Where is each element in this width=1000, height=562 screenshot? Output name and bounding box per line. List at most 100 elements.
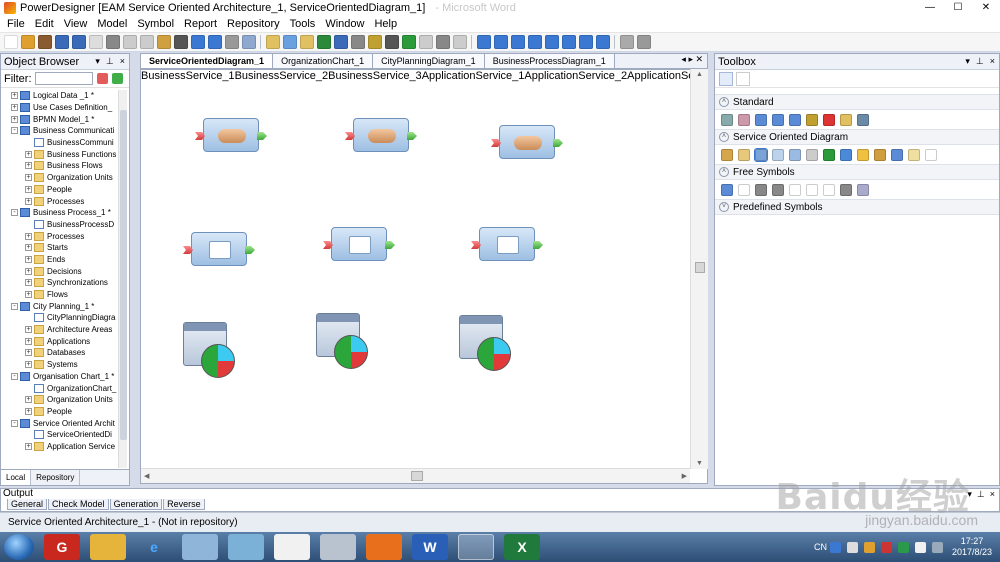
- toolbox-tool-icon[interactable]: [738, 113, 750, 126]
- tray-icon-b[interactable]: [863, 541, 875, 553]
- menu-item-report[interactable]: Report: [179, 18, 222, 30]
- application-service-shape[interactable]: [323, 227, 395, 261]
- dropdown-icon[interactable]: ▾: [95, 56, 100, 67]
- toolbar-button-icon[interactable]: [122, 35, 137, 49]
- tree-node[interactable]: + Processes: [1, 195, 119, 207]
- toolbar-button-icon[interactable]: [173, 35, 188, 49]
- menu-item-model[interactable]: Model: [92, 18, 132, 30]
- toolbar-button-icon[interactable]: [350, 35, 365, 49]
- tab-repository[interactable]: Repository: [31, 470, 81, 485]
- toolbox-tool-icon[interactable]: [721, 148, 733, 161]
- tree-node[interactable]: + Architecture Areas: [1, 324, 119, 336]
- tree-node[interactable]: OrganizationChart_: [1, 382, 119, 394]
- tree-scrollbar[interactable]: [118, 90, 127, 468]
- toolbar-button-icon[interactable]: [207, 35, 222, 49]
- collapse-icon[interactable]: -: [11, 372, 18, 380]
- tree-node[interactable]: + Organization Units: [1, 394, 119, 406]
- toolbar-button-icon[interactable]: [139, 35, 154, 49]
- toolbox-tool-icon[interactable]: [789, 148, 801, 161]
- taskbar-powerdesigner-icon[interactable]: [458, 534, 494, 560]
- toolbar-button-icon[interactable]: [476, 35, 491, 49]
- toolbar-button-icon[interactable]: [105, 35, 120, 49]
- toolbox-tool-icon[interactable]: [806, 113, 818, 126]
- tree-node[interactable]: + Databases: [1, 347, 119, 359]
- toolbar-button-icon[interactable]: [418, 35, 433, 49]
- toolbar-button-icon[interactable]: [265, 35, 280, 49]
- taskbar-excel-icon[interactable]: X: [504, 534, 540, 560]
- toolbox-tool-icon[interactable]: [721, 113, 733, 126]
- tree-node[interactable]: + BPMN Model_1 *: [1, 113, 119, 125]
- taskbar-app-1[interactable]: G: [44, 534, 80, 560]
- expand-icon[interactable]: +: [11, 104, 18, 112]
- toolbox-tool-icon[interactable]: [806, 183, 818, 196]
- collapse-icon[interactable]: -: [11, 302, 18, 310]
- tree-node[interactable]: + Processes: [1, 230, 119, 242]
- tree-node[interactable]: + Organization Units: [1, 172, 119, 184]
- toolbar-button-icon[interactable]: [54, 35, 69, 49]
- toolbox-tool-icon[interactable]: [908, 148, 920, 161]
- section-standard[interactable]: ˄ Standard: [715, 94, 999, 110]
- collapse-icon[interactable]: -: [11, 419, 18, 427]
- tray-icon-d[interactable]: [897, 541, 909, 553]
- toolbox-tool-icon[interactable]: [754, 147, 768, 162]
- tab-service-oriented-diagram[interactable]: ServiceOrientedDiagram_1: [141, 54, 274, 68]
- tree-node[interactable]: + Flows: [1, 289, 119, 301]
- toolbar-button-icon[interactable]: [544, 35, 559, 49]
- expand-icon[interactable]: +: [25, 349, 32, 357]
- taskbar-app-6[interactable]: [274, 534, 310, 560]
- expand-icon[interactable]: +: [25, 396, 32, 404]
- toolbox-tool-icon[interactable]: [891, 148, 903, 161]
- toolbar-button-icon[interactable]: [282, 35, 297, 49]
- output-tab-general[interactable]: General: [7, 499, 48, 510]
- network-icon[interactable]: [931, 541, 943, 553]
- vertical-scroll-thumb[interactable]: [695, 262, 705, 273]
- toolbar-button-icon[interactable]: [493, 35, 508, 49]
- toolbar-button-icon[interactable]: [156, 35, 171, 49]
- toolbar-button-icon[interactable]: [510, 35, 525, 49]
- tree-node[interactable]: BusinessCommuni: [1, 137, 119, 149]
- toolbar-button-icon[interactable]: [561, 35, 576, 49]
- tab-organization-chart[interactable]: OrganizationChart_1: [273, 54, 374, 68]
- system-icon[interactable]: [316, 313, 368, 371]
- menu-item-view[interactable]: View: [59, 18, 93, 30]
- toolbox-tool-icon[interactable]: [857, 113, 869, 126]
- toolbox-tool-icon[interactable]: [789, 113, 801, 126]
- icon-view-button[interactable]: [719, 71, 733, 86]
- toolbar-button-icon[interactable]: [20, 35, 35, 49]
- expand-icon[interactable]: +: [25, 267, 32, 275]
- toolbar-button-icon[interactable]: [3, 35, 18, 49]
- menu-item-help[interactable]: Help: [369, 18, 402, 30]
- horizontal-scroll-thumb[interactable]: [411, 471, 423, 481]
- taskbar-ie-icon[interactable]: e: [136, 534, 172, 560]
- list-view-button[interactable]: [736, 71, 750, 86]
- tree-node[interactable]: + Business Flows: [1, 160, 119, 172]
- toolbar-button-icon[interactable]: [636, 35, 651, 49]
- toolbar-button-icon[interactable]: [401, 35, 416, 49]
- toolbox-tool-icon[interactable]: [755, 183, 767, 196]
- refresh-icon[interactable]: [111, 73, 123, 84]
- expand-icon[interactable]: +: [11, 92, 18, 100]
- toolbox-tool-icon[interactable]: [857, 148, 869, 161]
- toolbox-tool-icon[interactable]: [772, 148, 784, 161]
- taskbar-firefox-icon[interactable]: [366, 534, 402, 560]
- close-icon[interactable]: ×: [990, 489, 995, 500]
- expand-icon[interactable]: +: [25, 291, 32, 299]
- toolbox-tool-icon[interactable]: [823, 148, 835, 161]
- expand-icon[interactable]: +: [25, 255, 32, 263]
- toolbar-button-icon[interactable]: [367, 35, 382, 49]
- toolbox-tool-icon[interactable]: [772, 113, 784, 126]
- scroll-right-icon[interactable]: ▶: [682, 472, 687, 480]
- toolbar-button-icon[interactable]: [316, 35, 331, 49]
- tree-node[interactable]: + Starts: [1, 242, 119, 254]
- close-icon[interactable]: ×: [120, 56, 125, 67]
- clear-filter-icon[interactable]: [96, 73, 108, 84]
- pin-icon[interactable]: ⊥: [106, 56, 114, 67]
- help-icon[interactable]: [829, 541, 841, 553]
- toolbar-button-icon[interactable]: [435, 35, 450, 49]
- menu-item-symbol[interactable]: Symbol: [132, 18, 179, 30]
- business-service-shape[interactable]: [491, 125, 563, 159]
- expand-icon[interactable]: +: [25, 244, 32, 252]
- expand-icon[interactable]: +: [25, 407, 32, 415]
- tray-icon-a[interactable]: [846, 541, 858, 553]
- tree-node[interactable]: BusinessProcessD: [1, 219, 119, 231]
